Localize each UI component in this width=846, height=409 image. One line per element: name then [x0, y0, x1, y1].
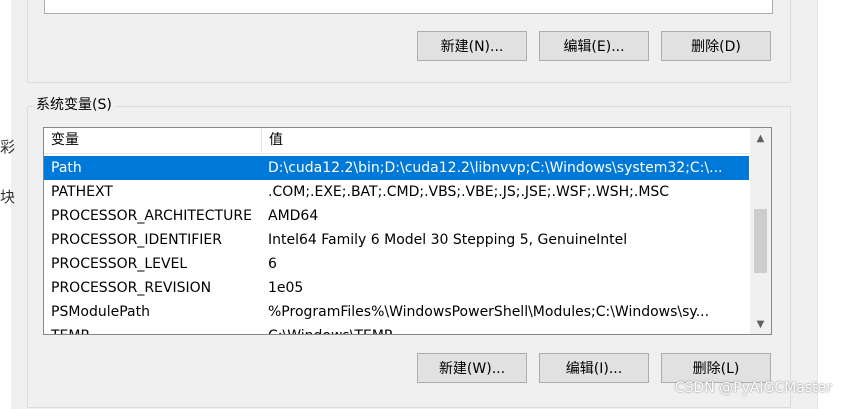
- system-edit-button[interactable]: 编辑(I)...: [539, 353, 649, 383]
- row-value: %ProgramFiles%\WindowsPowerShell\Modules…: [268, 304, 710, 320]
- table-row[interactable]: PSModulePath %ProgramFiles%\WindowsPower…: [44, 300, 749, 324]
- row-value: .COM;.EXE;.BAT;.CMD;.VBS;.VBE;.JS;.JSE;.…: [268, 184, 670, 200]
- system-new-button[interactable]: 新建(W)...: [417, 353, 527, 383]
- row-variable: PATHEXT: [51, 184, 113, 200]
- background-window-text: 彩: [0, 138, 16, 156]
- table-row[interactable]: PROCESSOR_ARCHITECTURE AMD64: [44, 204, 749, 228]
- column-header-variable[interactable]: 变量: [44, 128, 262, 153]
- row-value: 6: [268, 256, 277, 272]
- row-variable: PROCESSOR_REVISION: [51, 280, 212, 296]
- list-rows: Path D:\cuda12.2\bin;D:\cuda12.2\libnvvp…: [44, 156, 749, 334]
- table-row[interactable]: TEMP C:\Windows\TEMP: [44, 324, 749, 334]
- scroll-up-icon[interactable]: ▲: [750, 128, 771, 148]
- vertical-scrollbar[interactable]: ▲ ▼: [750, 128, 771, 334]
- row-variable: PROCESSOR_IDENTIFIER: [51, 232, 222, 248]
- window-edge: [817, 0, 818, 409]
- watermark: CSDN @PyAIGCMaster: [674, 380, 832, 396]
- row-value: C:\Windows\TEMP: [268, 324, 744, 334]
- table-row[interactable]: PATHEXT .COM;.EXE;.BAT;.CMD;.VBS;.VBE;.J…: [44, 180, 749, 204]
- row-value: AMD64: [268, 208, 319, 224]
- row-variable: PROCESSOR_ARCHITECTURE: [51, 208, 252, 224]
- user-delete-button[interactable]: 删除(D): [661, 31, 771, 61]
- table-row[interactable]: Path D:\cuda12.2\bin;D:\cuda12.2\libnvvp…: [44, 156, 749, 180]
- table-row[interactable]: PROCESSOR_LEVEL 6: [44, 252, 749, 276]
- scroll-down-icon[interactable]: ▼: [750, 314, 771, 334]
- row-variable: PSModulePath: [51, 304, 150, 320]
- row-value: Intel64 Family 6 Model 30 Stepping 5, Ge…: [268, 232, 628, 248]
- scrollbar-thumb[interactable]: [754, 209, 767, 273]
- user-new-button[interactable]: 新建(N)...: [417, 31, 527, 61]
- table-row[interactable]: PROCESSOR_REVISION 1e05: [44, 276, 749, 300]
- row-variable: PROCESSOR_LEVEL: [51, 256, 188, 272]
- system-variables-title: 系统变量(S): [33, 96, 115, 114]
- user-variables-list[interactable]: [44, 0, 773, 14]
- system-delete-button[interactable]: 删除(L): [661, 353, 771, 383]
- user-edit-button[interactable]: 编辑(E)...: [539, 31, 649, 61]
- table-row[interactable]: PROCESSOR_IDENTIFIER Intel64 Family 6 Mo…: [44, 228, 749, 252]
- row-value: 1e05: [268, 280, 304, 296]
- row-value: D:\cuda12.2\bin;D:\cuda12.2\libnvvp;C:\W…: [268, 160, 723, 176]
- list-header: 变量 值: [44, 128, 749, 154]
- system-variables-list[interactable]: 变量 值 Path D:\cuda12.2\bin;D:\cuda12.2\li…: [43, 127, 772, 335]
- row-variable: Path: [51, 160, 82, 176]
- row-variable: TEMP: [51, 324, 262, 334]
- background-window-text: 块: [0, 188, 16, 206]
- column-header-value[interactable]: 值: [262, 128, 749, 153]
